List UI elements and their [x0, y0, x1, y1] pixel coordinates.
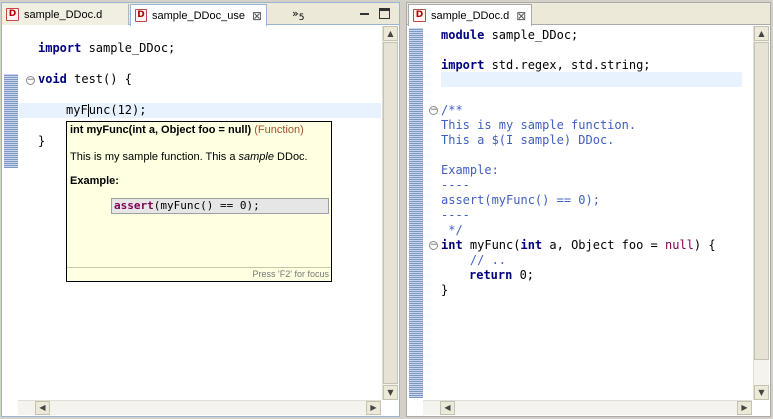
comment-line: ---- — [441, 208, 470, 222]
tab-sample-ddoc-use[interactable]: D sample_DDoc_use ⊠ — [130, 4, 267, 26]
right-horizontal-scrollbar[interactable]: ◀ ▶ — [423, 400, 752, 415]
tab-label: sample_DDoc_use — [152, 9, 245, 22]
code-line: } — [38, 134, 46, 148]
fold-collapse-icon[interactable]: − — [429, 241, 438, 250]
left-ruler — [3, 26, 18, 400]
scroll-left-icon[interactable]: ◀ — [440, 401, 455, 415]
close-icon[interactable]: ⊠ — [516, 9, 526, 23]
scroll-thumb[interactable] — [383, 42, 398, 384]
right-ruler — [408, 26, 423, 400]
tab-sample-ddoc-d-right[interactable]: D sample_DDoc.d ⊠ — [408, 4, 532, 26]
overflow-count: 5 — [298, 13, 305, 23]
minimize-button[interactable] — [358, 8, 370, 20]
popup-example-heading: Example: — [70, 175, 119, 187]
d-file-icon: D — [6, 8, 19, 21]
code-line: import std.regex, std.string; — [441, 58, 651, 72]
code-line: return 0; — [469, 268, 535, 282]
left-tab-bar: D sample_DDoc.d D sample_DDoc_use ⊠ »5 — [2, 3, 399, 26]
right-editor-pane: D sample_DDoc.d ⊠ − − module sample_DDoc… — [406, 2, 771, 417]
comment-line: This is my sample function. — [441, 118, 637, 132]
popup-description: This is my sample function. This a sampl… — [70, 151, 308, 163]
comment-line: */ — [441, 223, 463, 237]
hover-documentation-popup[interactable]: int myFunc(int a, Object foo = null) (Fu… — [66, 121, 332, 282]
maximize-button[interactable] — [379, 8, 390, 19]
right-tab-bar: D sample_DDoc.d ⊠ — [407, 3, 770, 26]
code-line: import sample_DDoc; — [38, 41, 176, 55]
tab-overflow-button[interactable]: »5 — [292, 7, 305, 23]
code-line: int myFunc(int a, Object foo = null) { — [441, 238, 716, 252]
scroll-right-icon[interactable]: ▶ — [737, 401, 752, 415]
tab-label: sample_DDoc.d — [431, 9, 510, 22]
comment-line: ---- — [441, 178, 470, 192]
current-line-highlight — [441, 72, 742, 87]
code-line: myFunc(12); — [66, 103, 147, 117]
comment-line: // .. — [441, 253, 507, 267]
scroll-down-icon[interactable]: ▼ — [383, 385, 398, 400]
tab-sample-ddoc-d[interactable]: D sample_DDoc.d — [2, 4, 129, 25]
fold-collapse-icon[interactable]: − — [429, 106, 438, 115]
scroll-up-icon[interactable]: ▲ — [754, 26, 769, 41]
popup-example-code: assert(myFunc() == 0); — [111, 198, 329, 214]
left-vertical-scrollbar[interactable]: ▲ ▼ — [382, 26, 398, 400]
left-horizontal-scrollbar[interactable]: ◀ ▶ — [18, 400, 381, 415]
code-line: } — [441, 283, 449, 297]
comment-line: /** — [441, 103, 463, 117]
d-file-icon: D — [413, 9, 426, 22]
comment-line: assert(myFunc() == 0); — [441, 193, 600, 207]
tab-label: sample_DDoc.d — [24, 8, 103, 21]
scroll-thumb[interactable] — [754, 42, 769, 360]
scroll-right-icon[interactable]: ▶ — [366, 401, 381, 415]
close-icon[interactable]: ⊠ — [252, 9, 262, 23]
popup-footer-hint: Press 'F2' for focus — [67, 267, 331, 281]
comment-line: Example: — [441, 163, 499, 177]
change-marker — [4, 74, 18, 168]
d-file-icon: D — [135, 9, 147, 22]
fold-collapse-icon[interactable]: − — [26, 76, 35, 85]
popup-signature: int myFunc(int a, Object foo = null) (Fu… — [70, 124, 304, 136]
scroll-down-icon[interactable]: ▼ — [754, 385, 769, 400]
comment-line: This a $(I sample) DDoc. — [441, 133, 615, 147]
code-line: module sample_DDoc; — [441, 28, 579, 42]
code-line: void test() { — [38, 72, 132, 86]
scroll-up-icon[interactable]: ▲ — [383, 26, 398, 41]
change-marker — [409, 28, 423, 398]
right-vertical-scrollbar[interactable]: ▲ ▼ — [753, 26, 769, 400]
scroll-left-icon[interactable]: ◀ — [35, 401, 50, 415]
chevrons-right-icon: » — [292, 7, 299, 20]
